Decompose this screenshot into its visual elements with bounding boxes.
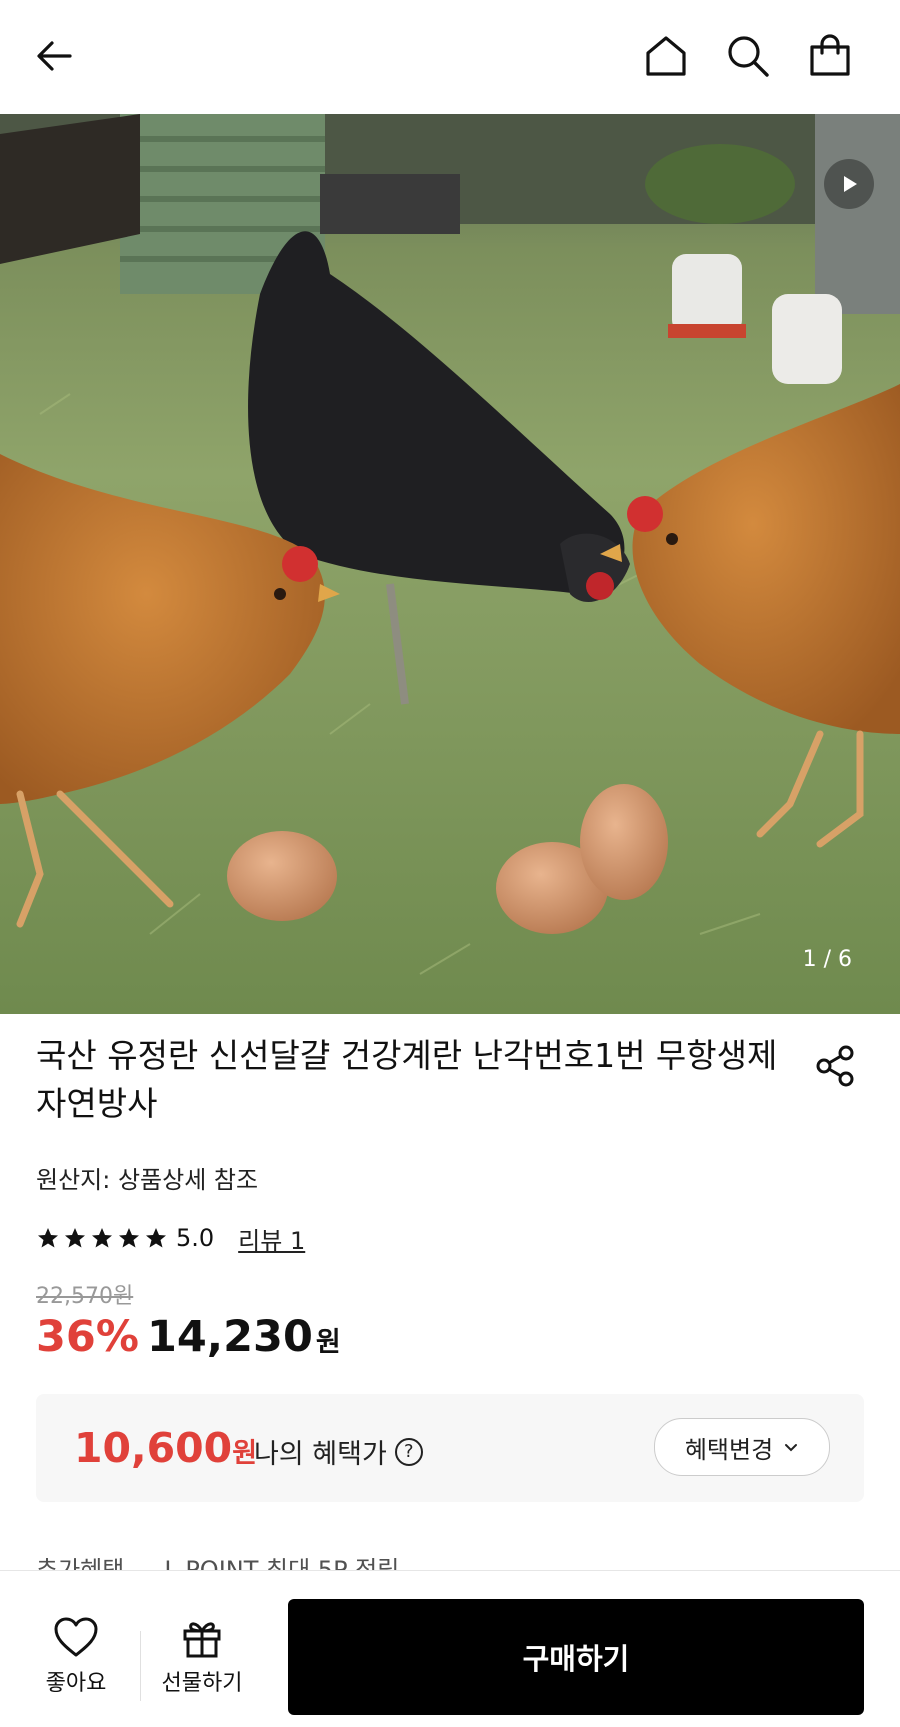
- benefit-price-value: 10,600: [74, 1424, 233, 1472]
- review-link[interactable]: 리뷰 1: [238, 1221, 305, 1256]
- help-icon[interactable]: ?: [394, 1437, 423, 1466]
- price-currency: 원: [315, 1327, 341, 1358]
- gift-button[interactable]: 선물하기: [155, 1617, 249, 1697]
- benefit-price: 10,600원: [74, 1424, 257, 1472]
- chevron-down-icon: [785, 1444, 798, 1452]
- back-button[interactable]: [26, 28, 82, 84]
- like-label: 좋아요: [45, 1671, 107, 1696]
- bottom-action-bar: 좋아요 선물하기 구매하기: [0, 1570, 900, 1727]
- play-icon: [844, 176, 857, 192]
- star-icon: [146, 1228, 166, 1248]
- change-benefit-label: 혜택변경: [684, 1435, 774, 1464]
- heart-icon: [54, 1617, 98, 1657]
- shopping-bag-icon: [810, 34, 850, 76]
- star-rating: [36, 1226, 168, 1250]
- product-photo-chickens-eggs: [0, 114, 900, 1014]
- gift-icon: [183, 1622, 221, 1658]
- origin-info: 원산지: 상품상세 참조: [36, 1166, 259, 1194]
- sale-price: 14,230: [146, 1312, 313, 1362]
- star-icon: [65, 1228, 85, 1248]
- search-button[interactable]: [720, 28, 776, 84]
- rating-value: 5.0: [176, 1224, 215, 1252]
- product-title: 국산 유정란 신선달걀 건강계란 난각번호1번 무항생제 자연방사: [36, 1036, 778, 1123]
- divider: [140, 1631, 141, 1701]
- benefit-label-text: 나의 혜택가: [254, 1439, 387, 1470]
- buy-button[interactable]: 구매하기: [288, 1599, 864, 1715]
- benefit-price-box: 10,600원 나의 혜택가 ? 혜택변경: [36, 1394, 864, 1502]
- product-image-gallery[interactable]: 1 / 6: [0, 114, 900, 1014]
- like-button[interactable]: 좋아요: [40, 1617, 112, 1697]
- gift-label: 선물하기: [161, 1671, 243, 1696]
- cart-button[interactable]: [802, 28, 858, 84]
- top-navigation-bar: [0, 0, 900, 114]
- star-icon: [119, 1228, 139, 1248]
- change-benefit-button[interactable]: 혜택변경: [654, 1418, 830, 1476]
- original-price: 22,570원: [36, 1284, 134, 1309]
- search-icon: [728, 36, 769, 77]
- video-play-button[interactable]: [824, 159, 874, 209]
- back-arrow-icon: [37, 41, 72, 71]
- discount-rate: 36%: [36, 1312, 139, 1362]
- home-icon: [646, 36, 686, 76]
- share-button[interactable]: [812, 1042, 860, 1090]
- star-icon: [92, 1228, 112, 1248]
- price-row: 36% 14,230 원: [36, 1312, 341, 1362]
- home-button[interactable]: [638, 28, 694, 84]
- rating-row: 5.0 리뷰 1: [36, 1220, 305, 1256]
- image-counter: 1 / 6: [802, 947, 852, 972]
- star-icon: [38, 1228, 58, 1248]
- share-icon: [816, 1045, 854, 1087]
- benefit-label: 나의 혜택가 ?: [254, 1432, 423, 1471]
